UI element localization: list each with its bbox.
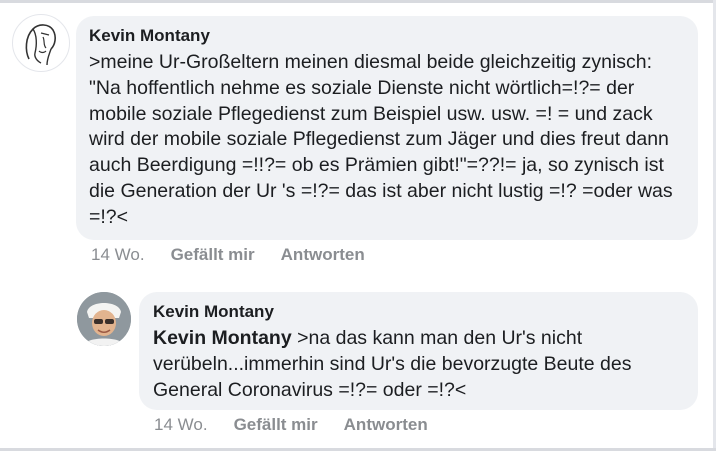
comment-actions-2: 14 Wo. Gefällt mir Antworten: [154, 414, 454, 436]
reply-reply-button[interactable]: Antworten: [344, 415, 428, 435]
reply-text: Kevin Montany >na das kann man den Ur's …: [153, 326, 684, 403]
comment-bubble-1: Kevin Montany >meine Ur-Großeltern meine…: [76, 16, 698, 240]
like-button[interactable]: Gefällt mir: [171, 245, 255, 265]
comment-timestamp[interactable]: 14 Wo.: [91, 245, 145, 265]
comment-actions-1: 14 Wo. Gefällt mir Antworten: [91, 244, 391, 266]
comment-text: >meine Ur-Großeltern meinen diesmal beid…: [89, 51, 673, 228]
avatar-photo[interactable]: [77, 292, 131, 346]
reply-timestamp[interactable]: 14 Wo.: [154, 415, 208, 435]
comment-bubble-2: Kevin Montany Kevin Montany >na das kann…: [139, 292, 698, 410]
frame-top-border: [0, 0, 716, 3]
sketch-portrait-icon: [25, 24, 56, 66]
comment-author[interactable]: Kevin Montany: [89, 25, 684, 47]
avatar-sketch[interactable]: [12, 14, 70, 72]
reply-author[interactable]: Kevin Montany: [153, 301, 684, 323]
reply-button[interactable]: Antworten: [281, 245, 365, 265]
mention-link[interactable]: Kevin Montany: [153, 327, 292, 349]
reply-like-button[interactable]: Gefällt mir: [234, 415, 318, 435]
profile-photo-icon: [77, 292, 131, 346]
